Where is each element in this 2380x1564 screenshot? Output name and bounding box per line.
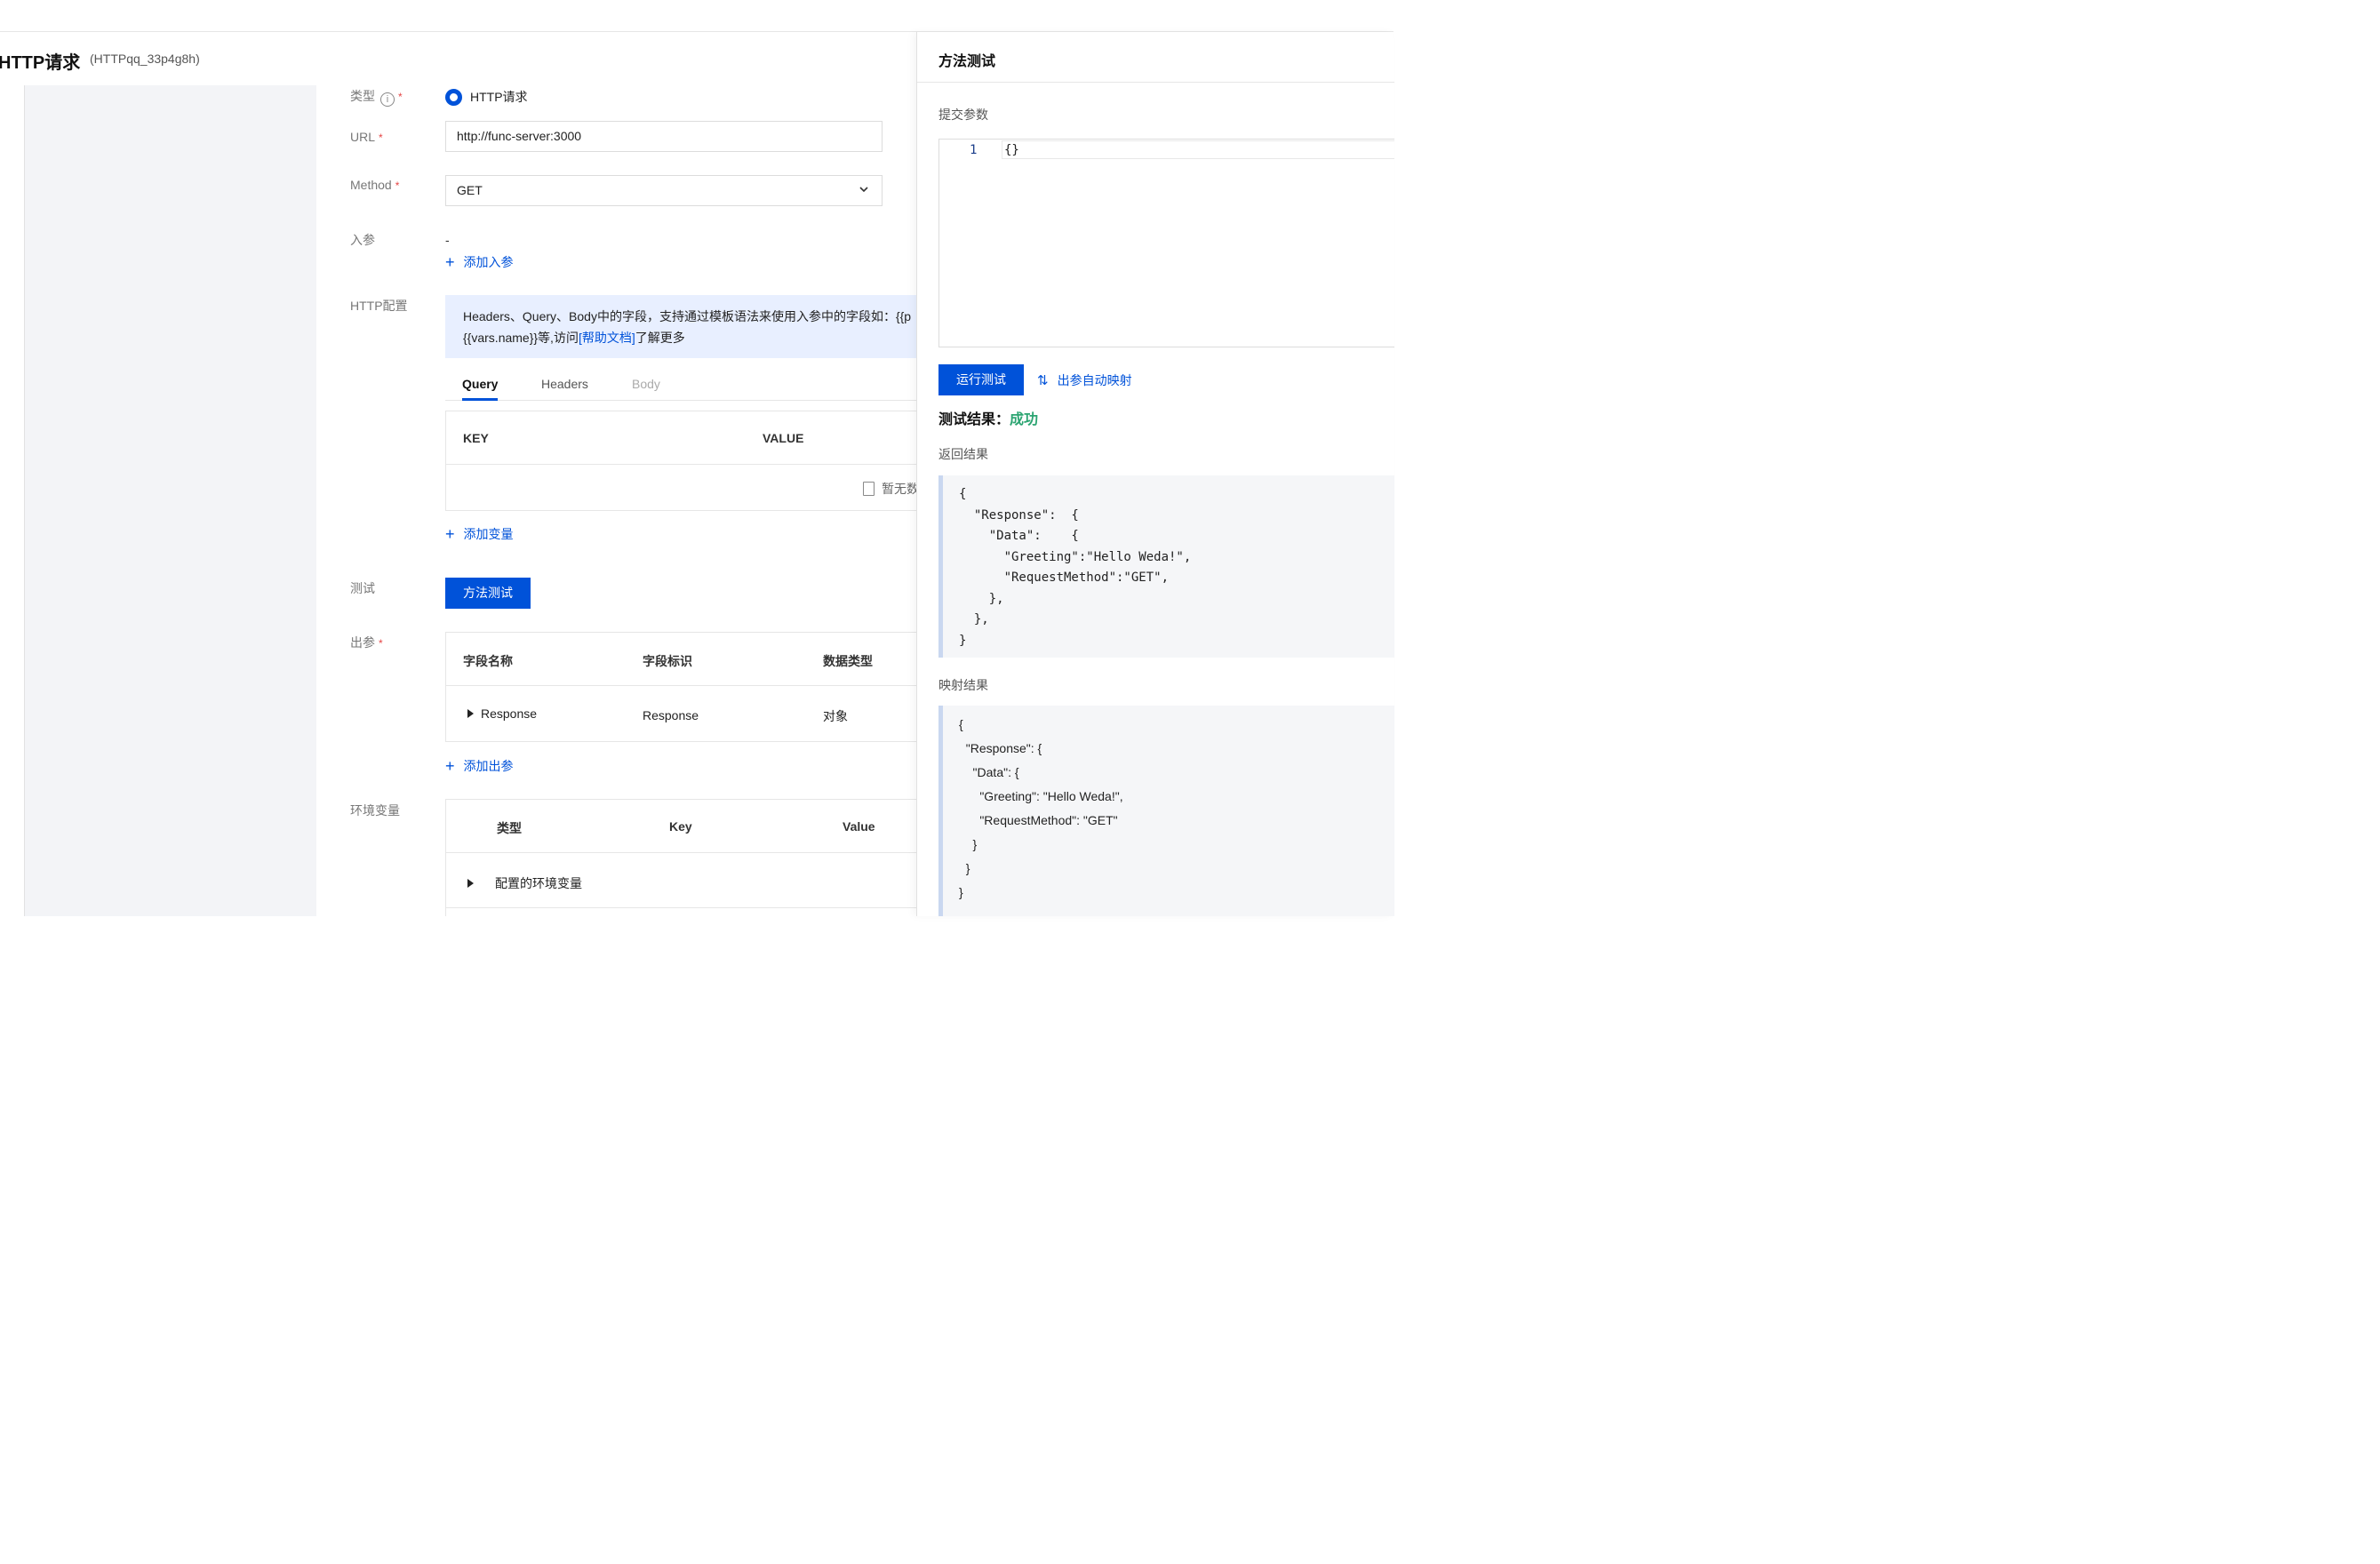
- http-config-info: Headers、Query、Body中的字段，支持通过模板语法来使用入参中的字段…: [445, 295, 917, 358]
- add-outparam-button[interactable]: + 添加出参: [445, 757, 514, 776]
- row-data-type: 对象: [823, 709, 848, 723]
- required-mark: *: [395, 180, 400, 192]
- inparams-value: -: [445, 233, 450, 247]
- url-input[interactable]: http://func-server:3000: [445, 121, 883, 152]
- http-config-tabs: Query Headers Body: [445, 373, 917, 401]
- swap-icon: ⇅: [1037, 373, 1049, 388]
- plus-icon: +: [445, 757, 455, 775]
- type-label: 类型 i *: [350, 89, 403, 107]
- inparams-label: 入参: [350, 233, 375, 247]
- row-field-id: Response: [643, 708, 699, 722]
- table-header: 类型 Key Value: [446, 800, 917, 853]
- col-key: KEY: [463, 431, 489, 445]
- auto-map-button[interactable]: ⇅ 出参自动映射: [1037, 371, 1132, 389]
- test-result: 测试结果：成功: [938, 412, 1039, 427]
- col-key: Key: [669, 819, 692, 834]
- return-result-label: 返回结果: [938, 447, 988, 461]
- tab-headers[interactable]: Headers: [541, 377, 588, 391]
- method-test-button[interactable]: 方法测试: [445, 578, 531, 609]
- tab-body[interactable]: Body: [632, 377, 660, 391]
- editor-code-line[interactable]: {}: [1002, 140, 1394, 159]
- table-row: 配置的环境变量: [446, 853, 917, 908]
- submit-params-label: 提交参数: [938, 108, 988, 122]
- run-test-button[interactable]: 运行测试: [938, 364, 1024, 395]
- env-label: 环境变量: [350, 803, 400, 818]
- required-mark: *: [379, 637, 383, 650]
- return-result-code: { "Response": { "Data": { "Greeting":"He…: [938, 475, 1394, 658]
- result-status: 成功: [1010, 412, 1039, 427]
- expand-triangle-icon[interactable]: [467, 879, 474, 888]
- col-type: 类型: [497, 821, 522, 835]
- top-bar: [0, 0, 1394, 32]
- panel-title: 方法测试: [938, 54, 996, 69]
- info-icon[interactable]: i: [380, 92, 395, 107]
- method-test-panel: 方法测试 提交参数 1 {} 运行测试 ⇅ 出参自动映射 测试结果：成功 返回结果…: [916, 32, 1394, 916]
- outparams-label: 出参 *: [350, 635, 383, 650]
- col-value: Value: [843, 819, 875, 834]
- type-radio[interactable]: [445, 89, 462, 106]
- table-header: 字段名称 字段标识 数据类型: [446, 633, 917, 686]
- url-label: URL *: [350, 130, 383, 144]
- col-field-name: 字段名称: [463, 654, 513, 668]
- help-doc-link[interactable]: [帮助文档]: [579, 331, 635, 345]
- page-title: HTTP请求: [0, 53, 81, 73]
- line-number: 1: [970, 143, 978, 157]
- outparams-table: 字段名称 字段标识 数据类型 Response Response 对象: [445, 632, 917, 742]
- method-select[interactable]: GET: [445, 175, 883, 206]
- query-table: KEY VALUE 暂无数: [445, 411, 919, 511]
- params-editor[interactable]: 1 {}: [938, 139, 1394, 347]
- chevron-down-icon: [859, 187, 868, 193]
- mapping-result-label: 映射结果: [938, 678, 988, 692]
- method-label: Method *: [350, 178, 400, 192]
- table-row: Response Response 对象: [446, 686, 917, 742]
- empty-row: 暂无数: [446, 465, 919, 511]
- http-config-label: HTTP配置: [350, 299, 408, 313]
- plus-icon: +: [445, 525, 455, 543]
- table-header: KEY VALUE: [446, 411, 917, 465]
- page-id: (HTTPqq_33p4g8h): [90, 52, 200, 66]
- env-table: 类型 Key Value 配置的环境变量: [445, 799, 917, 916]
- tab-query[interactable]: Query: [462, 377, 499, 401]
- file-icon: [863, 482, 875, 496]
- env-row-expand[interactable]: 配置的环境变量: [467, 874, 582, 892]
- mapping-result-code: { "Response": { "Data": { "Greeting": "H…: [938, 706, 1394, 916]
- required-mark: *: [379, 132, 383, 144]
- type-radio-label[interactable]: HTTP请求: [470, 88, 528, 106]
- expand-triangle-icon[interactable]: [467, 709, 474, 718]
- col-data-type: 数据类型: [823, 654, 873, 668]
- col-value: VALUE: [763, 431, 804, 445]
- plus-icon: +: [445, 253, 455, 271]
- add-inparam-button[interactable]: + 添加入参: [445, 253, 514, 272]
- test-label: 测试: [350, 581, 375, 595]
- row-expand[interactable]: Response: [467, 706, 537, 721]
- col-field-id: 字段标识: [643, 654, 692, 668]
- required-mark: *: [398, 91, 403, 103]
- add-variable-button[interactable]: + 添加变量: [445, 525, 514, 544]
- panel-divider: [917, 82, 1394, 83]
- left-sidebar-panel: [24, 85, 316, 916]
- empty-state: 暂无数: [863, 480, 919, 498]
